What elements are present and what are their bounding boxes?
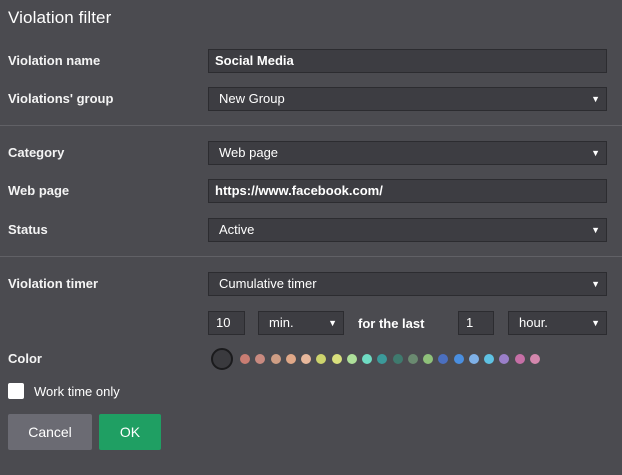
timer-values-row: 10 min. ▼ for the last 1 hour. ▼: [0, 311, 622, 337]
category-value: Web page: [219, 145, 279, 160]
chevron-down-icon: ▼: [591, 148, 600, 158]
color-swatch[interactable]: [240, 354, 250, 364]
chevron-down-icon: ▼: [591, 318, 600, 328]
dialog-title: Violation filter: [8, 8, 112, 27]
color-swatch[interactable]: [484, 354, 494, 364]
web-page-input[interactable]: https://www.facebook.com/: [208, 179, 607, 203]
color-swatch[interactable]: [468, 354, 479, 364]
color-swatch[interactable]: [331, 354, 342, 364]
color-swatch[interactable]: [529, 354, 540, 364]
violation-name-row: Violation name Social Media: [0, 48, 622, 74]
color-swatch-selected[interactable]: [211, 348, 233, 370]
color-swatch[interactable]: [346, 354, 357, 364]
violation-timer-value: Cumulative timer: [219, 276, 317, 291]
violation-timer-label: Violation timer: [8, 276, 99, 291]
section-divider: [0, 125, 622, 126]
status-row: Status Active ▼: [0, 217, 622, 243]
chevron-down-icon: ▼: [591, 225, 600, 235]
cancel-button[interactable]: Cancel: [8, 414, 92, 450]
violations-group-select[interactable]: New Group ▼: [208, 87, 607, 111]
violations-group-label: Violations' group: [8, 91, 114, 106]
timer-amount-input[interactable]: 10: [208, 311, 245, 335]
status-label: Status: [8, 222, 48, 237]
work-time-only-label: Work time only: [34, 384, 120, 399]
chevron-down-icon: ▼: [328, 318, 337, 328]
status-value: Active: [219, 222, 255, 237]
for-the-last-label: for the last: [358, 316, 425, 331]
color-swatch[interactable]: [362, 354, 372, 364]
ok-button[interactable]: OK: [99, 414, 161, 450]
violation-name-label: Violation name: [8, 53, 101, 68]
violations-group-value: New Group: [219, 91, 285, 106]
color-label: Color: [8, 351, 42, 366]
violation-filter-dialog: Violation filter Violation name Social M…: [0, 0, 622, 475]
category-select[interactable]: Web page ▼: [208, 141, 607, 165]
color-swatch[interactable]: [514, 354, 525, 364]
category-row: Category Web page ▼: [0, 140, 622, 166]
chevron-down-icon: ▼: [591, 279, 600, 289]
color-swatch[interactable]: [423, 354, 433, 364]
violation-timer-row: Violation timer Cumulative timer ▼: [0, 271, 622, 297]
color-row: Color: [0, 346, 622, 372]
period-unit-value: hour.: [519, 315, 548, 330]
color-swatch[interactable]: [285, 354, 296, 364]
section-divider: [0, 256, 622, 257]
violations-group-row: Violations' group New Group ▼: [0, 86, 622, 112]
violation-name-input[interactable]: Social Media: [208, 49, 607, 73]
timer-unit-select[interactable]: min. ▼: [258, 311, 344, 335]
color-swatch[interactable]: [270, 354, 281, 364]
category-label: Category: [8, 145, 65, 160]
color-swatch[interactable]: [453, 354, 464, 364]
period-amount-input[interactable]: 1: [458, 311, 494, 335]
color-swatch[interactable]: [407, 354, 418, 364]
web-page-label: Web page: [8, 183, 70, 198]
period-unit-select[interactable]: hour. ▼: [508, 311, 607, 335]
chevron-down-icon: ▼: [591, 94, 600, 104]
color-swatch[interactable]: [301, 354, 311, 364]
work-time-only-checkbox[interactable]: [8, 383, 24, 399]
violation-timer-select[interactable]: Cumulative timer ▼: [208, 272, 607, 296]
status-select[interactable]: Active ▼: [208, 218, 607, 242]
timer-unit-value: min.: [269, 315, 294, 330]
color-swatch[interactable]: [392, 354, 403, 364]
web-page-row: Web page https://www.facebook.com/: [0, 178, 622, 204]
